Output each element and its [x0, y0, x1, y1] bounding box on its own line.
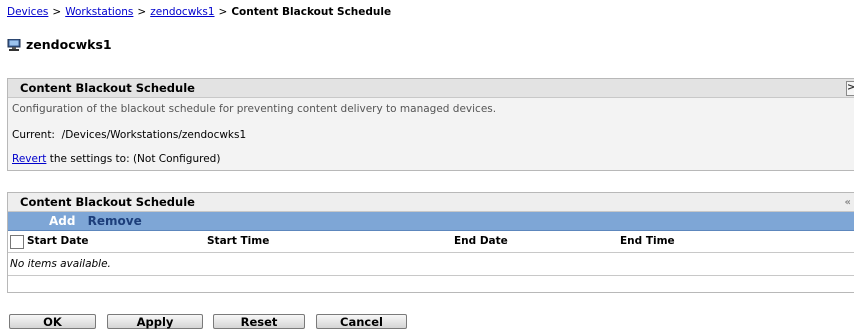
- schedule-table-panel: Content Blackout Schedule « Add Remove S…: [7, 192, 854, 293]
- collapse-icon[interactable]: «: [845, 194, 851, 212]
- breadcrumb: Devices > Workstations > zendocwks1 > Content …: [7, 6, 391, 18]
- reset-button[interactable]: Reset: [213, 314, 305, 329]
- breadcrumb-current: Content Blackout Schedule: [231, 6, 392, 18]
- page-title: zendocwks1: [7, 37, 112, 52]
- current-label: Current:: [12, 129, 55, 141]
- current-path-row: Current: /Devices/Workstations/zendocwks…: [12, 129, 246, 141]
- column-start-date[interactable]: Start Date: [27, 231, 88, 252]
- revert-link[interactable]: Revert: [12, 153, 46, 165]
- breadcrumb-separator: >: [137, 6, 147, 18]
- revert-text: the settings to: (Not Configured): [49, 153, 221, 165]
- remove-button[interactable]: Remove: [88, 214, 142, 228]
- revert-row: Revert the settings to: (Not Configured): [12, 153, 220, 165]
- schedule-table-header: Content Blackout Schedule «: [8, 193, 854, 212]
- panel-expand-icon[interactable]: >: [846, 81, 854, 96]
- ok-button[interactable]: OK: [9, 314, 96, 329]
- table-toolbar: Add Remove: [8, 212, 854, 231]
- column-start-time[interactable]: Start Time: [207, 231, 269, 252]
- select-all-checkbox[interactable]: [10, 235, 24, 249]
- settings-panel-title: Content Blackout Schedule: [20, 81, 195, 95]
- breadcrumb-zendocwks1-link[interactable]: zendocwks1: [150, 6, 214, 18]
- schedule-table-title: Content Blackout Schedule: [20, 195, 195, 209]
- empty-message: No items available.: [8, 253, 854, 276]
- cancel-button[interactable]: Cancel: [316, 314, 407, 329]
- settings-panel: Content Blackout Schedule > Configuratio…: [7, 78, 854, 171]
- column-end-time[interactable]: End Time: [620, 231, 675, 252]
- add-button[interactable]: Add: [49, 214, 75, 228]
- apply-button[interactable]: Apply: [107, 314, 203, 329]
- settings-description: Configuration of the blackout schedule f…: [12, 103, 497, 115]
- breadcrumb-workstations-link[interactable]: Workstations: [65, 6, 133, 18]
- table-column-header: Start Date Start Time End Date End Time: [8, 231, 854, 253]
- breadcrumb-separator: >: [218, 6, 228, 18]
- column-end-date[interactable]: End Date: [454, 231, 508, 252]
- workstation-icon: [7, 38, 21, 51]
- breadcrumb-devices-link[interactable]: Devices: [7, 6, 48, 18]
- breadcrumb-separator: >: [52, 6, 62, 18]
- current-path: /Devices/Workstations/zendocwks1: [61, 129, 247, 141]
- device-name: zendocwks1: [26, 37, 112, 52]
- settings-panel-header: Content Blackout Schedule >: [8, 79, 854, 98]
